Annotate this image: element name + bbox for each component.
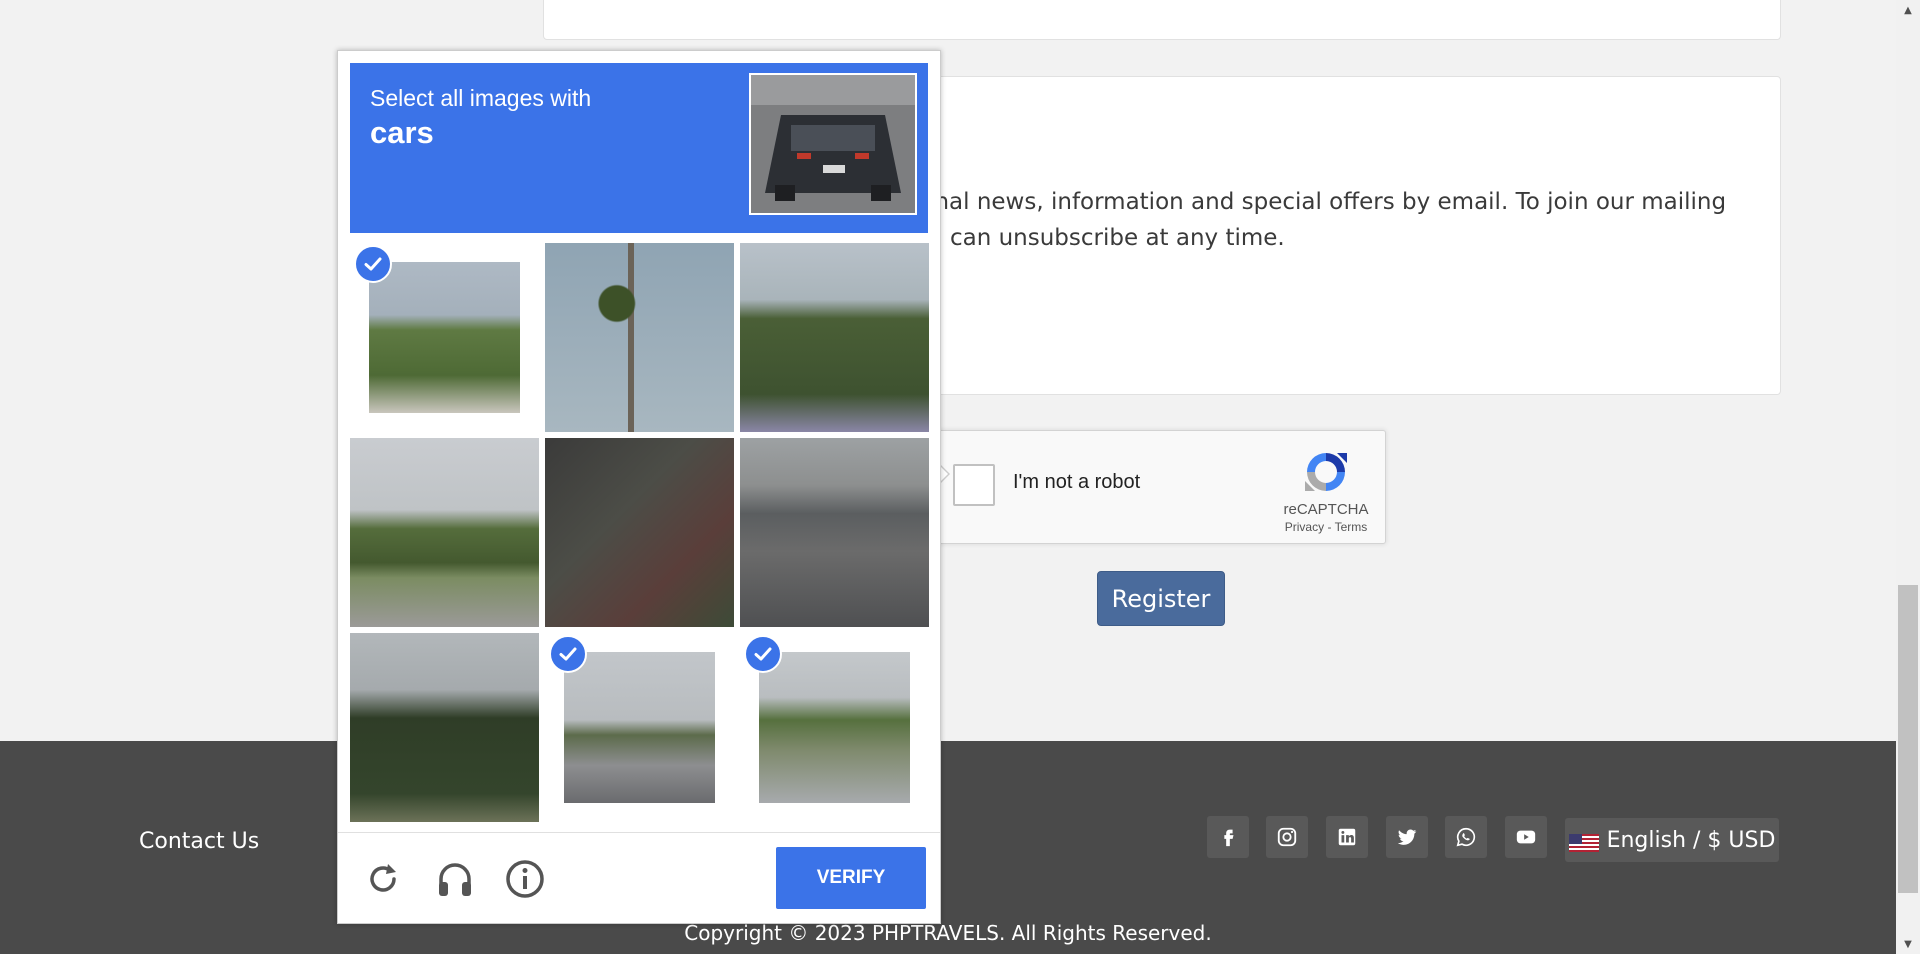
newsletter-text-line1: ional news, information and special offe…	[914, 189, 1727, 215]
captcha-tile-image	[564, 652, 715, 803]
recaptcha-anchor: I'm not a robot reCAPTCHA Privacy - Term…	[920, 430, 1386, 544]
recaptcha-link-separator: -	[1324, 520, 1335, 534]
captcha-tile-image	[545, 243, 734, 432]
language-currency-label: English / $ USD	[1606, 827, 1776, 853]
reload-icon[interactable]	[362, 858, 404, 900]
facebook-icon[interactable]	[1207, 816, 1249, 858]
captcha-tile-7[interactable]	[350, 633, 539, 822]
recaptcha-terms-link[interactable]: Terms	[1335, 520, 1368, 534]
copyright-text: Copyright © 2023 PHPTRAVELS. All Rights …	[684, 921, 1212, 945]
captcha-tile-4[interactable]	[350, 438, 539, 627]
captcha-tile-image	[740, 438, 929, 627]
captcha-tile-6[interactable]	[740, 438, 929, 627]
captcha-tile-image	[759, 652, 910, 803]
challenge-footer: VERIFY	[338, 832, 940, 924]
us-flag-icon	[1568, 834, 1599, 852]
verify-button[interactable]: VERIFY	[776, 847, 926, 909]
recaptcha-logo-icon	[1305, 453, 1347, 491]
captcha-tile-3[interactable]	[740, 243, 929, 432]
language-currency-button[interactable]: English / $ USD	[1565, 818, 1779, 862]
content-card-top	[543, 0, 1781, 40]
captcha-challenge-popup: Select all images with cars VERIFY	[337, 50, 941, 924]
scroll-up-arrow-icon[interactable]: ▲	[1896, 0, 1920, 20]
recaptcha-label: I'm not a robot	[1013, 471, 1141, 493]
captcha-tile-image	[350, 633, 539, 822]
recaptcha-links: Privacy - Terms	[1261, 520, 1391, 534]
scroll-down-arrow-icon[interactable]: ▼	[1896, 934, 1920, 954]
newsletter-text: ional news, information and special offe…	[914, 184, 1754, 256]
recaptcha-brand: reCAPTCHA	[1283, 501, 1369, 518]
challenge-header: Select all images with cars	[350, 63, 928, 233]
challenge-instruction: Select all images with	[370, 85, 592, 111]
challenge-sample-image	[749, 73, 917, 215]
linkedin-icon[interactable]	[1326, 816, 1368, 858]
tile-selected-check-icon	[354, 245, 392, 283]
instagram-icon[interactable]	[1266, 816, 1308, 858]
scrollbar-thumb[interactable]	[1898, 585, 1918, 893]
tile-selected-check-icon	[744, 635, 782, 673]
whatsapp-icon[interactable]	[1445, 816, 1487, 858]
newsletter-text-line2: ou can unsubscribe at any time.	[914, 225, 1285, 251]
captcha-tile-image	[369, 262, 520, 413]
audio-icon[interactable]	[434, 858, 476, 900]
contact-us-link[interactable]: Contact Us	[139, 829, 259, 854]
captcha-tile-image	[350, 438, 539, 627]
twitter-icon[interactable]	[1386, 816, 1428, 858]
tile-selected-check-icon	[549, 635, 587, 673]
captcha-tile-image	[545, 438, 734, 627]
challenge-target-word: cars	[370, 115, 434, 150]
register-button[interactable]: Register	[1097, 571, 1225, 626]
captcha-tile-2[interactable]	[545, 243, 734, 432]
captcha-tile-5[interactable]	[545, 438, 734, 627]
recaptcha-privacy-link[interactable]: Privacy	[1285, 520, 1324, 534]
captcha-tile-image	[740, 243, 929, 432]
info-icon[interactable]	[504, 858, 546, 900]
recaptcha-checkbox[interactable]	[953, 464, 995, 506]
footer: Contact Us English / $ USD Copyright © 2…	[0, 741, 1896, 954]
youtube-icon[interactable]	[1505, 816, 1547, 858]
